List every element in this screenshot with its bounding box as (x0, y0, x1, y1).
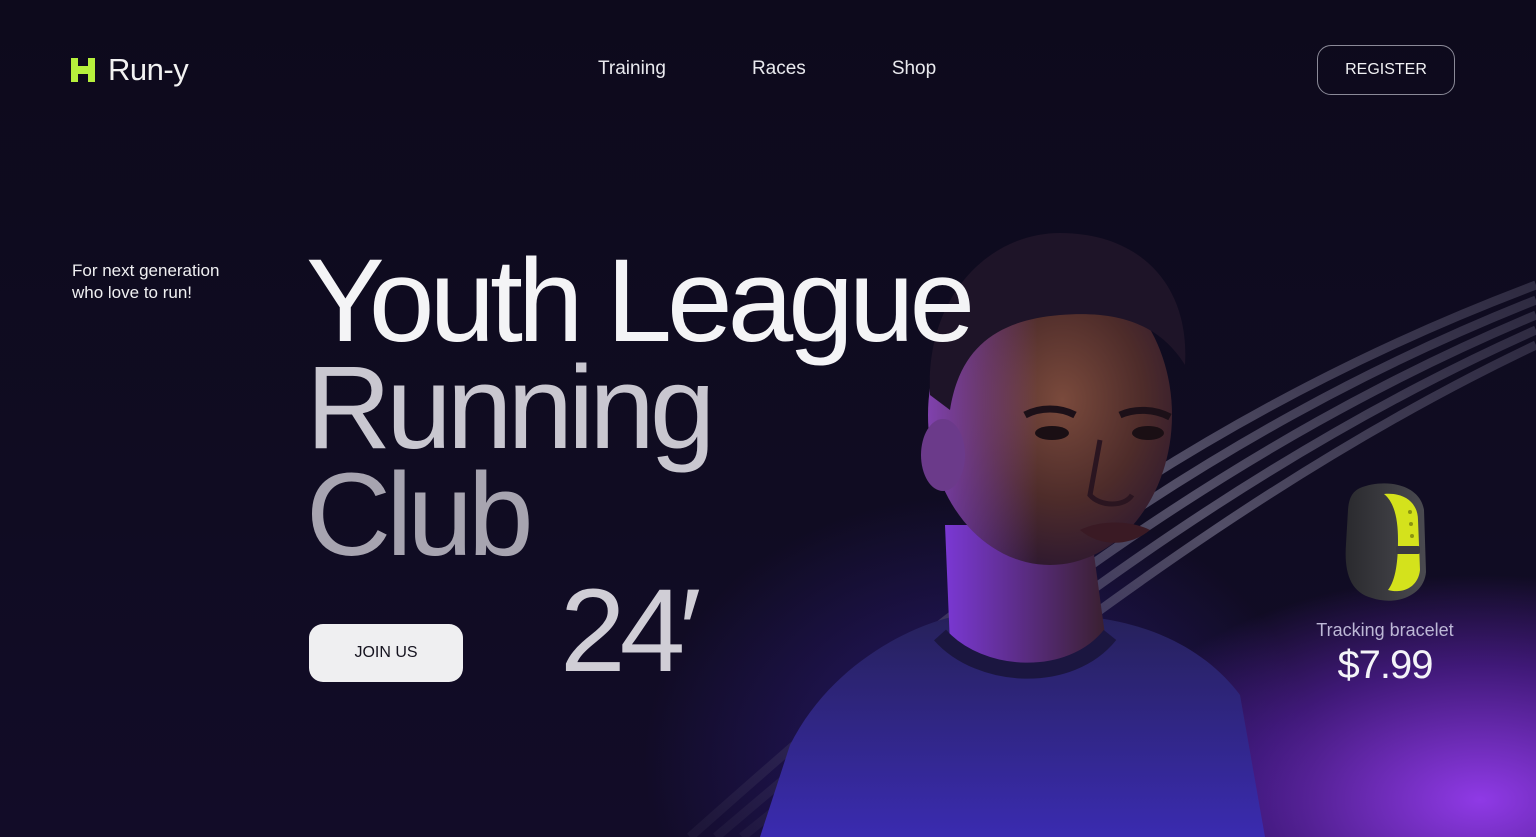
product-name: Tracking bracelet (1316, 620, 1454, 640)
hero-tagline: For next generation who love to run! (72, 261, 220, 302)
nav-item-races[interactable]: Races (752, 58, 806, 80)
hero-page: Run-y Training Races Shop REGISTER For n… (0, 0, 1536, 837)
headline-line-2: Running (306, 342, 716, 474)
tracking-bracelet-icon (1345, 483, 1426, 601)
nav-item-training[interactable]: Training (598, 58, 666, 80)
hero-year: 24′ (560, 565, 701, 697)
join-us-button[interactable]: JOIN US (309, 624, 463, 682)
product-card[interactable]: Tracking bracelet $7.99 (1300, 480, 1470, 688)
nav-item-shop[interactable]: Shop (892, 58, 936, 80)
product-price: $7.99 (1337, 643, 1433, 687)
brand-logo[interactable]: Run-y (70, 52, 189, 88)
brand-name: Run-y (108, 52, 189, 87)
hero-headline: Youth League Running Club (306, 235, 975, 581)
register-button[interactable]: REGISTER (1317, 45, 1455, 95)
main-nav: Training Races Shop (598, 58, 936, 80)
headline-line-1: Youth League (306, 235, 975, 367)
headline-line-3: Club (306, 449, 534, 581)
logo-h-icon (71, 58, 95, 82)
